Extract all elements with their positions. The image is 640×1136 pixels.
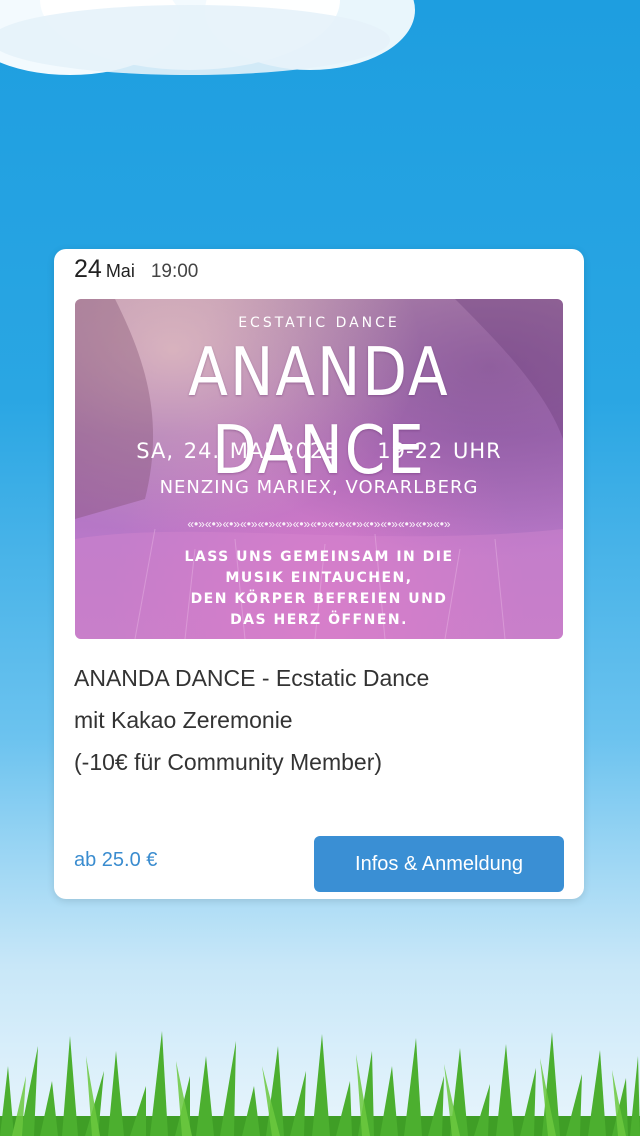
banner-message-line: LASS UNS GEMEINSAM IN DIE: [184, 549, 454, 565]
event-date-row: 24 Mai 19:00: [74, 255, 198, 285]
event-title: ANANDA DANCE - Ecstatic Dance: [74, 665, 430, 691]
banner-subtitle: ECSTATIC DANCE: [238, 315, 400, 331]
banner-message: LASS UNS GEMEINSAM IN DIE MUSIK EINTAUCH…: [75, 547, 563, 631]
banner-date: SA, 24. MAI 2025 19-22 UHR: [136, 439, 502, 463]
event-description: ANANDA DANCE - Ecstatic Dance mit Kakao …: [74, 657, 554, 783]
event-day: 24: [74, 255, 102, 283]
info-registration-button[interactable]: Infos & Anmeldung: [314, 836, 564, 892]
event-month: Mai: [105, 261, 135, 281]
cloud-icon: [0, 0, 415, 75]
event-card[interactable]: 24 Mai 19:00 ECSTATIC DANCE ANANDA DANCE…: [54, 249, 584, 899]
event-time: 19:00: [150, 261, 199, 282]
app-background: 24 Mai 19:00 ECSTATIC DANCE ANANDA DANCE…: [0, 0, 640, 1136]
banner-message-line: DEN KÖRPER BEFREIEN UND: [190, 591, 448, 607]
banner-title: ANANDA DANCE: [188, 332, 450, 490]
event-description-line: (-10€ für Community Member): [74, 749, 383, 775]
event-description-line: mit Kakao Zeremonie: [74, 707, 293, 733]
grass-decoration: [0, 1031, 640, 1136]
banner-location: NENZING MARIEX, VORARLBERG: [159, 477, 479, 498]
event-banner-image[interactable]: ECSTATIC DANCE ANANDA DANCE SA, 24. MAI …: [75, 299, 563, 639]
banner-divider: «•»«•»«•»«•»«•»«•»«•»«•»«•»«•»«•»«•»«•»«…: [187, 517, 451, 531]
banner-message-line: MUSIK EINTAUCHEN,: [225, 570, 413, 586]
event-price: ab 25.0 €: [74, 849, 158, 871]
banner-message-line: DAS HERZ ÖFFNEN.: [230, 612, 408, 628]
